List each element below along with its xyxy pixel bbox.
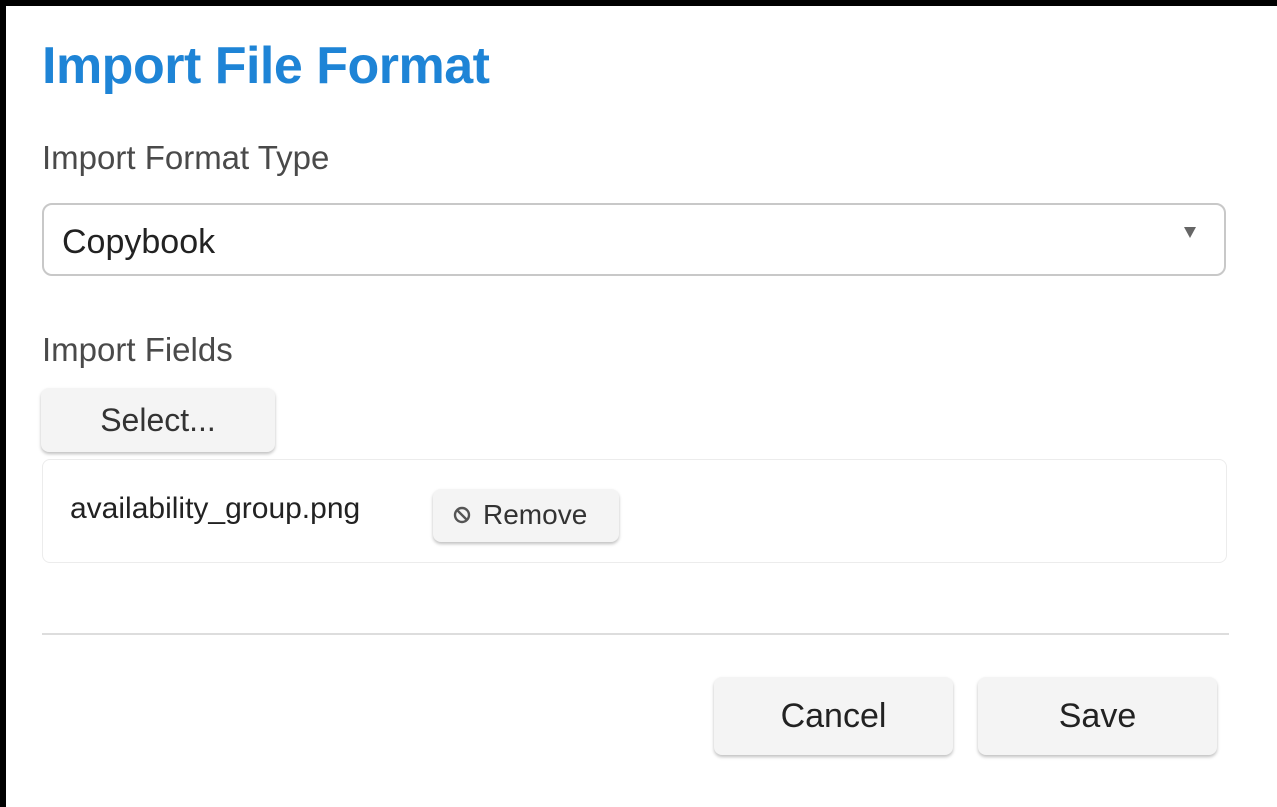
import-format-type-select[interactable]: Copybook	[42, 203, 1226, 276]
footer-divider	[42, 633, 1229, 635]
ban-icon	[453, 506, 471, 524]
remove-button-label: Remove	[483, 499, 588, 530]
cancel-button[interactable]: Cancel	[714, 677, 953, 755]
caret-down-icon	[1184, 227, 1196, 238]
save-button[interactable]: Save	[978, 677, 1217, 755]
import-fields-label: Import Fields	[42, 331, 233, 368]
file-name: availability_group.png	[70, 492, 361, 525]
dialog-title: Import File Format	[42, 37, 490, 95]
selected-format-value: Copybook	[62, 223, 216, 261]
select-file-button[interactable]: Select...	[41, 388, 275, 452]
remove-file-button[interactable]: Remove	[433, 489, 619, 542]
file-list: availability_group.png Remove	[42, 459, 1227, 563]
import-format-type-label: Import Format Type	[42, 139, 330, 176]
import-file-format-dialog: Import File Format Import Format Type Co…	[6, 6, 1277, 807]
